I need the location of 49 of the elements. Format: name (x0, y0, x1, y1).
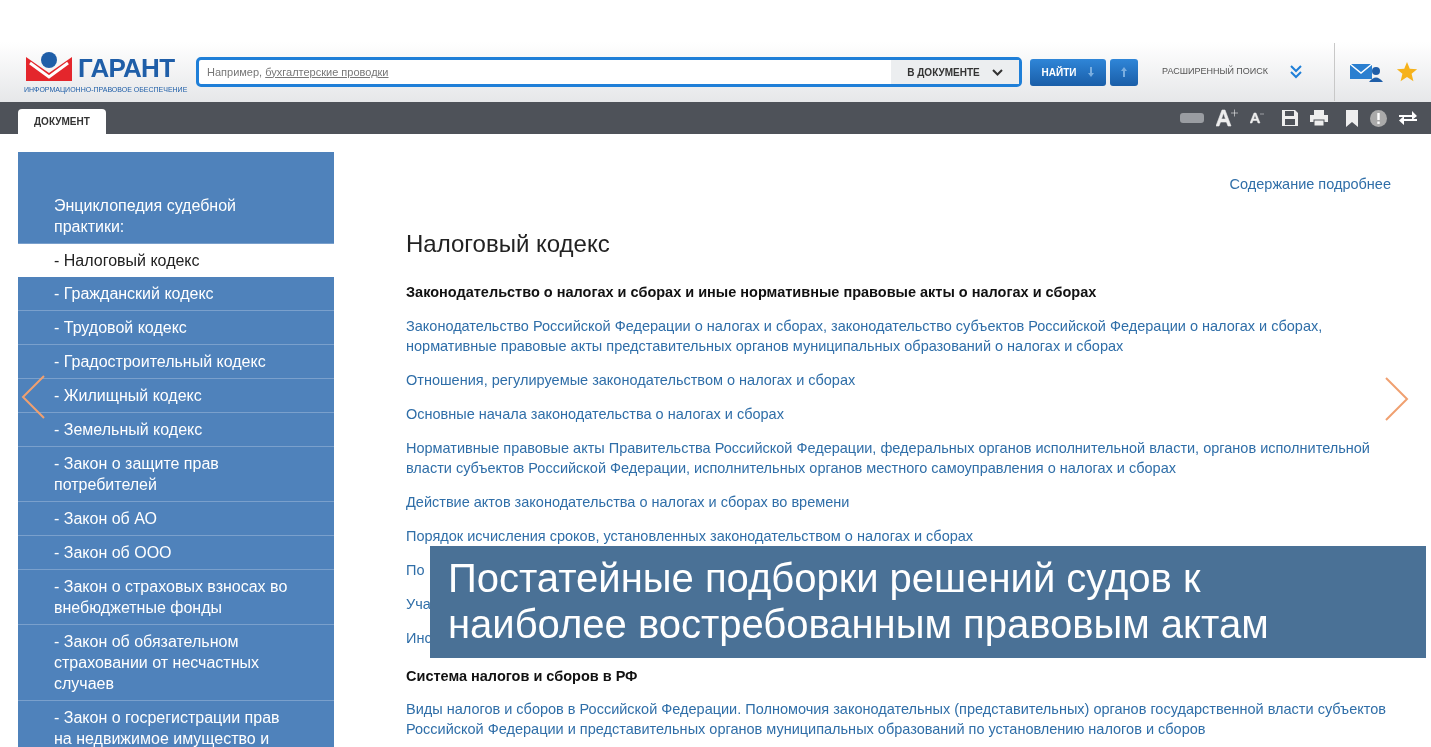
font-larger-icon[interactable] (1216, 109, 1238, 127)
search-example-link[interactable]: бухгалтерские проводки (265, 65, 389, 78)
bookmark-icon[interactable] (1346, 109, 1358, 127)
section-heading: Законодательство о налогах и сборах и иные нормативные правовые акты о налогах и сборах (406, 282, 1098, 302)
document-link[interactable]: Порядок исчисления сроков, установленных законодательством о налогах и сборах (406, 525, 974, 546)
caret-icon (991, 68, 1003, 76)
logo-name: ГАРАНТ (78, 53, 175, 82)
sidebar-item[interactable]: - Закон о страховых взносах во внебюджетные фонды (18, 570, 334, 625)
document-title: Налоговый кодекс (406, 228, 611, 259)
double-chevron-icon[interactable] (1290, 65, 1303, 79)
sidebar-item[interactable]: - Трудовой кодекс (18, 311, 334, 345)
arrow-down-icon (1088, 67, 1095, 77)
font-smaller-icon[interactable] (1250, 112, 1264, 124)
sidebar-item[interactable]: - Земельный кодекс (18, 413, 334, 447)
sidebar-item[interactable]: - Закон о госрегистрации прав на недвижимое имущество и (18, 701, 334, 747)
document-link[interactable]: Законодательство Российской Федерации о налогах и сборах, законодательство субъектов Российской Федерации о налогах и сборах, нормативные правовые акты представительных органов муниципальных образований о налогах и сборах (406, 315, 1391, 356)
mail-user-icon[interactable] (1349, 61, 1384, 83)
contents-link[interactable]: Содержание подробнее (1229, 174, 1391, 196)
section-heading: Система налогов и сборов в РФ (406, 666, 639, 686)
document-link[interactable]: Отношения, регулируемые законодательством о налогах и сборах (406, 369, 856, 390)
sidebar-item[interactable]: - Закон об обязательном страховании от несчастных случаев (18, 625, 334, 701)
document-link[interactable]: Действие актов законодательства о налогах и сборах во времени (406, 491, 850, 512)
star-icon[interactable] (1396, 61, 1419, 83)
arrow-up-button[interactable] (1110, 58, 1138, 86)
document-link[interactable]: Нормативные правовые акты Правительства Российской Федерации, федеральных органов исполнительной власти, органов исполнительной власти субъектов Российской Федерации, исполнительных органов местного самоуправления о налогах и сборах (406, 437, 1391, 478)
save-icon[interactable] (1282, 110, 1298, 126)
sidebar-item[interactable]: - Жилищный кодекс (18, 379, 334, 413)
document-link[interactable]: Виды налогов и сборов в Российской Федерации. Полномочия законодательных (представительных) органов государственной власти субъектов Российской Федерации и представительных органов муниципальных образований по установлению налогов и сборов (406, 699, 1391, 740)
arrow-up-icon (1121, 67, 1127, 77)
sidebar-item[interactable]: - Закон об ООО (18, 536, 334, 570)
document-link[interactable]: По (406, 559, 425, 580)
sidebar-item[interactable]: - Гражданский кодекс (18, 277, 334, 311)
swap-arrows-icon[interactable] (1399, 110, 1417, 126)
printer-icon[interactable] (1310, 110, 1328, 126)
advanced-search-link[interactable]: РАСШИРЕННЫЙ ПОИСК (1162, 65, 1269, 79)
find-button[interactable]: НАЙТИ (1030, 58, 1106, 86)
search-placeholder: Например, (207, 65, 263, 78)
sidebar-item[interactable]: - Закон об АО (18, 502, 334, 536)
info-icon[interactable] (1370, 109, 1387, 127)
document-link[interactable]: Инс (406, 627, 432, 648)
document-link[interactable]: Основные начала законодательства о налогах и сборах (406, 403, 784, 424)
search-field[interactable]: Например, бухгалтерские проводки В ДОКУМЕНТЕ (196, 57, 1022, 87)
sidebar-item[interactable]: - Закон о защите прав потребителей (18, 447, 334, 502)
caption-banner: Постатейные подборки решений судов к наиболее востребованным правовым актам (430, 546, 1426, 658)
scope-dropdown[interactable]: В ДОКУМЕНТЕ (891, 60, 1019, 84)
sidebar-item[interactable]: - Градостроительный кодекс (18, 345, 334, 379)
sidebar-title: Энциклопедия судебной практики: (18, 152, 334, 244)
document-link[interactable]: Уча (406, 593, 431, 614)
document-tab[interactable]: ДОКУМЕНТ (18, 109, 106, 134)
